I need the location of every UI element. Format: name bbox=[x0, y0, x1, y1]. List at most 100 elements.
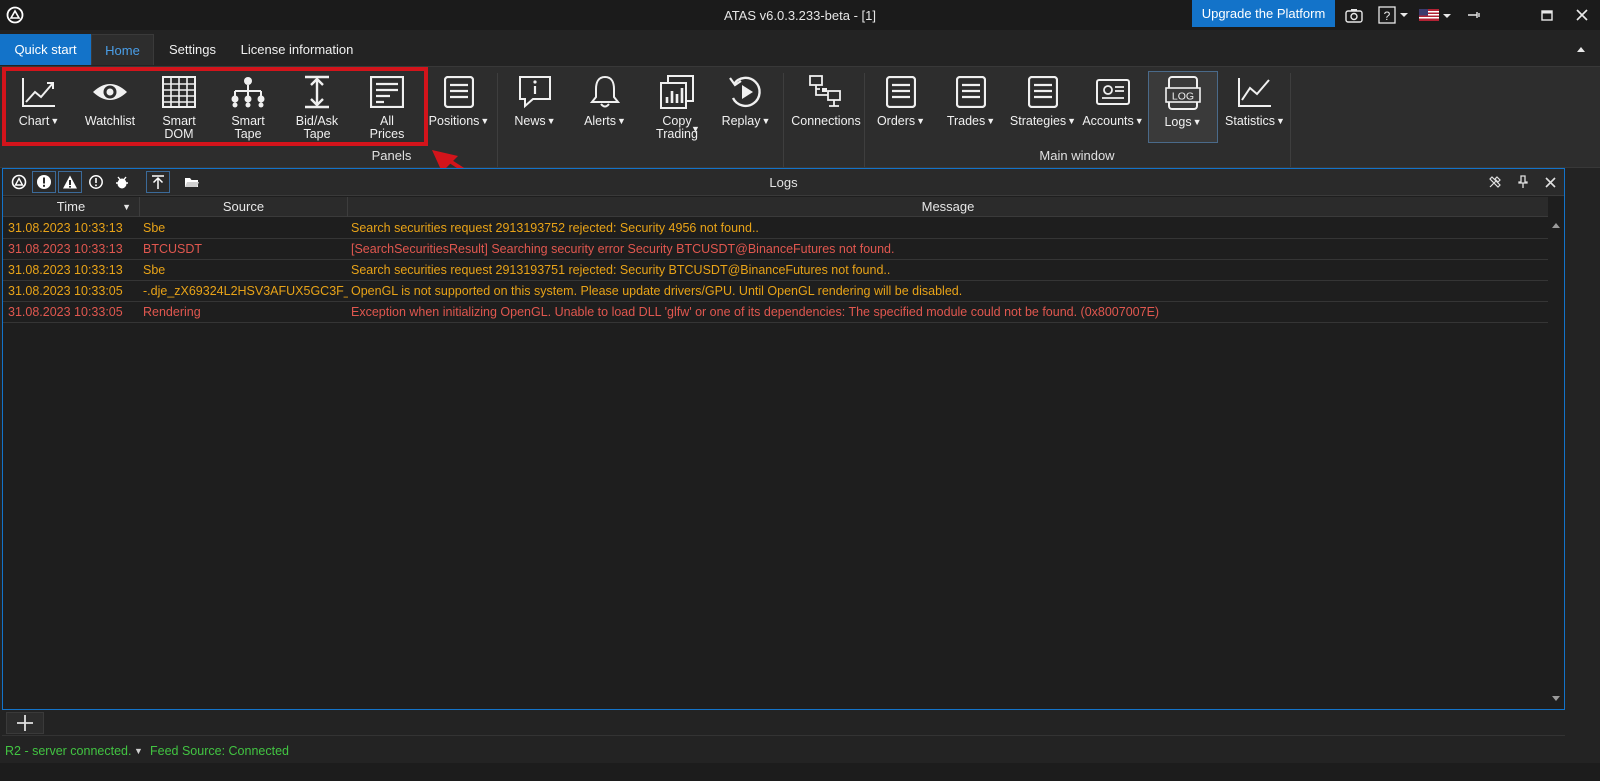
pin-panel-icon[interactable] bbox=[1513, 172, 1533, 192]
upgrade-button[interactable]: Upgrade the Platform bbox=[1192, 0, 1335, 27]
copy-trading-button[interactable]: Copy Trading ▼ bbox=[641, 71, 713, 143]
eye-icon bbox=[90, 71, 130, 113]
separator bbox=[1290, 73, 1291, 167]
feed-status: Feed Source: Connected bbox=[150, 744, 289, 758]
bid-ask-tape-button[interactable]: Bid/Ask Tape bbox=[284, 71, 350, 143]
vertical-scrollbar[interactable] bbox=[1548, 218, 1564, 708]
positions-label: Positions bbox=[428, 114, 480, 128]
bell-icon bbox=[585, 71, 625, 113]
document-icon bbox=[439, 71, 479, 113]
maximize-icon[interactable] bbox=[1537, 4, 1557, 26]
bug-filter-icon[interactable] bbox=[110, 171, 134, 193]
info-filter-icon[interactable] bbox=[84, 171, 108, 193]
accounts-label: Accounts bbox=[1082, 114, 1134, 128]
replay-icon bbox=[726, 71, 766, 113]
close-panel-icon[interactable] bbox=[1540, 172, 1560, 192]
all-prices-button[interactable]: All Prices bbox=[354, 71, 420, 143]
statistics-button[interactable]: Statistics▼ bbox=[1220, 71, 1290, 143]
table-row[interactable]: 31.08.2023 10:33:05 -.dje_zX69324L2HSV3AF… bbox=[3, 281, 1548, 302]
help-icon[interactable]: ? bbox=[1378, 4, 1410, 26]
plus-icon bbox=[17, 715, 33, 731]
column-header-source[interactable]: Source bbox=[140, 197, 348, 217]
add-workspace-button[interactable] bbox=[6, 712, 44, 734]
pin-icon[interactable] bbox=[1464, 4, 1484, 26]
cell-time: 31.08.2023 10:33:13 bbox=[8, 221, 123, 235]
atas-filter-icon[interactable] bbox=[7, 171, 31, 193]
open-folder-icon[interactable] bbox=[180, 171, 204, 193]
smart-dom-button[interactable]: Smart DOM bbox=[146, 71, 212, 143]
trades-button[interactable]: Trades▼ bbox=[938, 71, 1004, 143]
svg-text:?: ? bbox=[1384, 9, 1391, 23]
logs-button[interactable]: LOG Logs▼ bbox=[1148, 71, 1218, 143]
bottom-strip bbox=[0, 763, 1600, 781]
column-header-time[interactable]: Time ▼ bbox=[3, 197, 140, 217]
atas-logo-icon[interactable] bbox=[6, 6, 24, 24]
title-bar: ATAS v6.0.3.233-beta - [1] Upgrade the P… bbox=[0, 0, 1600, 30]
error-filter-icon[interactable] bbox=[32, 171, 56, 193]
tab-license-information[interactable]: License information bbox=[232, 34, 362, 65]
accounts-button[interactable]: Accounts▼ bbox=[1078, 71, 1148, 143]
statistics-label: Statistics bbox=[1225, 114, 1276, 128]
bidask-icon bbox=[297, 71, 337, 113]
cell-message: Search securities request 2913193752 rej… bbox=[351, 221, 759, 235]
chart-button[interactable]: Chart▼ bbox=[6, 71, 72, 143]
table-row[interactable]: 31.08.2023 10:33:05 Rendering Exception wh… bbox=[3, 302, 1548, 323]
connections-button[interactable]: Connections bbox=[788, 71, 864, 143]
copy-trading-icon bbox=[657, 71, 697, 113]
scroll-down-icon[interactable] bbox=[1552, 696, 1560, 702]
logs-grid-header: Time ▼ Source Message bbox=[3, 197, 1548, 217]
cell-time: 31.08.2023 10:33:13 bbox=[8, 242, 123, 256]
panels-group-label: Panels bbox=[371, 148, 412, 163]
connections-label: Connections bbox=[791, 114, 861, 128]
smart-tape-label: Smart Tape bbox=[231, 114, 265, 141]
separator bbox=[783, 73, 784, 167]
menu-bar: Quick start Home Settings License inform… bbox=[0, 34, 1600, 65]
workspace-tabs bbox=[2, 710, 1565, 736]
cell-source: Rendering bbox=[143, 305, 201, 319]
table-row[interactable]: 31.08.2023 10:33:13 Sbe Search securities … bbox=[3, 260, 1548, 281]
alerts-button[interactable]: Alerts▼ bbox=[572, 71, 638, 143]
trades-label: Trades bbox=[946, 114, 986, 128]
logs-grid-body: 31.08.2023 10:33:13 Sbe Search securities … bbox=[3, 218, 1548, 708]
scroll-up-icon[interactable] bbox=[1552, 222, 1560, 228]
logs-toolbar: Logs bbox=[3, 169, 1564, 196]
tab-quick-start[interactable]: Quick start bbox=[0, 34, 91, 65]
column-header-message[interactable]: Message bbox=[348, 197, 1548, 217]
orders-button[interactable]: Orders▼ bbox=[868, 71, 934, 143]
warning-filter-icon[interactable] bbox=[58, 171, 82, 193]
sort-down-icon: ▼ bbox=[122, 202, 131, 212]
replay-button[interactable]: Replay▼ bbox=[711, 71, 781, 143]
alerts-label: Alerts bbox=[584, 114, 617, 128]
collapse-ribbon-icon[interactable] bbox=[1576, 45, 1586, 53]
cell-source: -.dje_zX69324L2HSV3AFUX5GC3F_... bbox=[143, 284, 348, 298]
table-row[interactable]: 31.08.2023 10:33:13 Sbe Search securities … bbox=[3, 218, 1548, 239]
scroll-top-icon[interactable] bbox=[146, 171, 170, 193]
us-flag-icon[interactable] bbox=[1418, 4, 1454, 26]
main-window-group-label: Main window bbox=[1039, 148, 1115, 163]
news-button[interactable]: News▼ bbox=[502, 71, 568, 143]
tab-home[interactable]: Home bbox=[91, 34, 154, 65]
chart-label: Chart bbox=[18, 114, 50, 128]
watchlist-label: Watchlist bbox=[84, 114, 136, 128]
status-bar: R2 - server connected. ▼ Feed Source: Co… bbox=[0, 740, 1600, 762]
server-status[interactable]: R2 - server connected. bbox=[5, 740, 131, 762]
smart-tape-button[interactable]: Smart Tape bbox=[215, 71, 281, 143]
cell-source: Sbe bbox=[143, 263, 166, 277]
settings-icon[interactable] bbox=[1485, 172, 1505, 192]
cell-message: Search securities request 2913193751 rej… bbox=[351, 263, 891, 277]
tab-settings[interactable]: Settings bbox=[155, 34, 230, 65]
list-icon bbox=[367, 71, 407, 113]
cell-source: BTCUSDT bbox=[143, 242, 203, 256]
status-dropdown-icon[interactable]: ▼ bbox=[134, 740, 143, 762]
replay-label: Replay bbox=[721, 114, 761, 128]
cell-source: Sbe bbox=[143, 221, 166, 235]
info-bubble-icon bbox=[515, 71, 555, 113]
close-icon[interactable] bbox=[1572, 4, 1592, 26]
log-icon: LOG bbox=[1163, 72, 1203, 114]
logs-label: Logs bbox=[1164, 115, 1192, 129]
positions-button[interactable]: Positions▼ bbox=[424, 71, 494, 143]
table-row[interactable]: 31.08.2023 10:33:13 BTCUSDT [SearchSecurit… bbox=[3, 239, 1548, 260]
strategies-button[interactable]: Strategies▼ bbox=[1008, 71, 1078, 143]
watchlist-button[interactable]: Watchlist bbox=[77, 71, 143, 143]
camera-icon[interactable] bbox=[1343, 4, 1365, 26]
